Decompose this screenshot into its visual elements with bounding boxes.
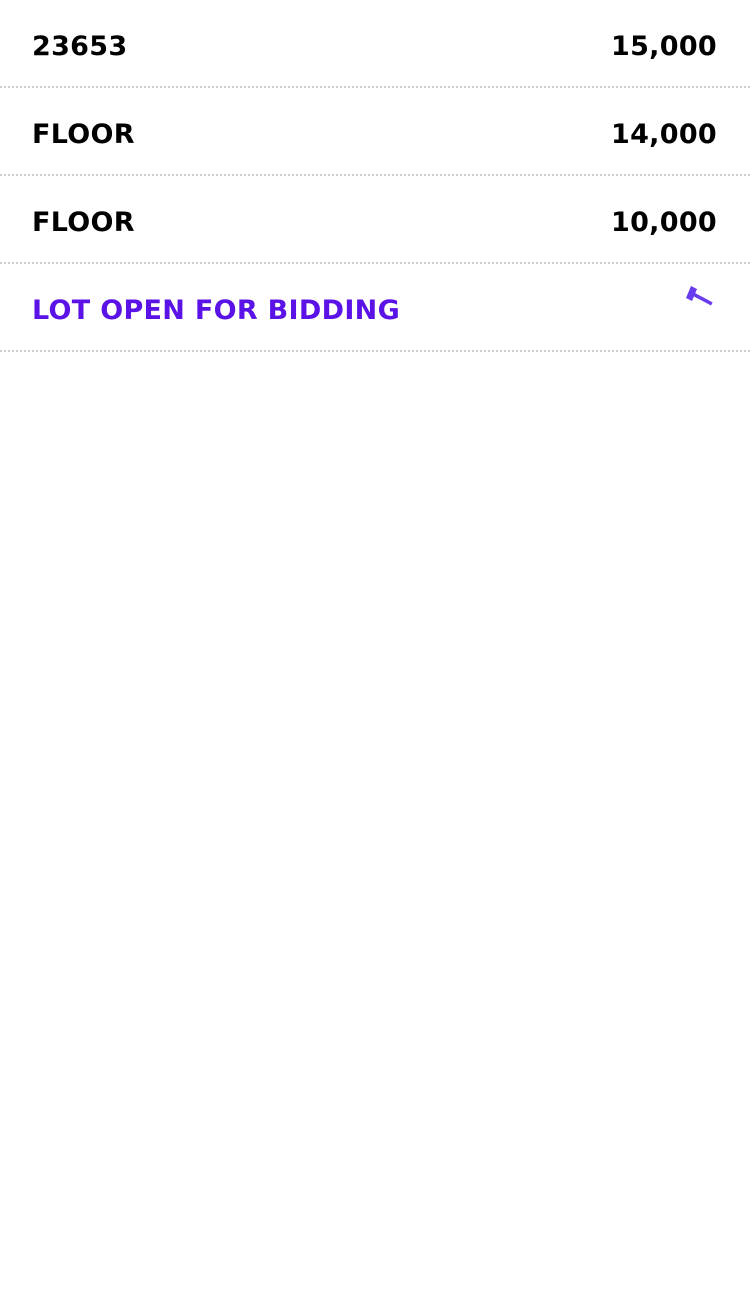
lot-status-row[interactable]: LOT OPEN FOR BIDDING bbox=[0, 264, 750, 352]
bidder-label: FLOOR bbox=[32, 118, 135, 150]
bidder-label: 23653 bbox=[32, 30, 128, 62]
lot-status-label: LOT OPEN FOR BIDDING bbox=[32, 294, 401, 326]
bid-amount: 14,000 bbox=[611, 118, 717, 150]
bid-history-list: 23653 15,000 FLOOR 14,000 FLOOR 10,000 L… bbox=[0, 0, 750, 352]
bid-row: FLOOR 10,000 bbox=[0, 176, 750, 264]
bid-row: FLOOR 14,000 bbox=[0, 88, 750, 176]
bid-row: 23653 15,000 bbox=[0, 0, 750, 88]
bidder-label: FLOOR bbox=[32, 206, 135, 238]
bid-amount: 10,000 bbox=[611, 206, 717, 238]
gavel-icon bbox=[686, 286, 713, 306]
bid-amount: 15,000 bbox=[611, 30, 717, 62]
